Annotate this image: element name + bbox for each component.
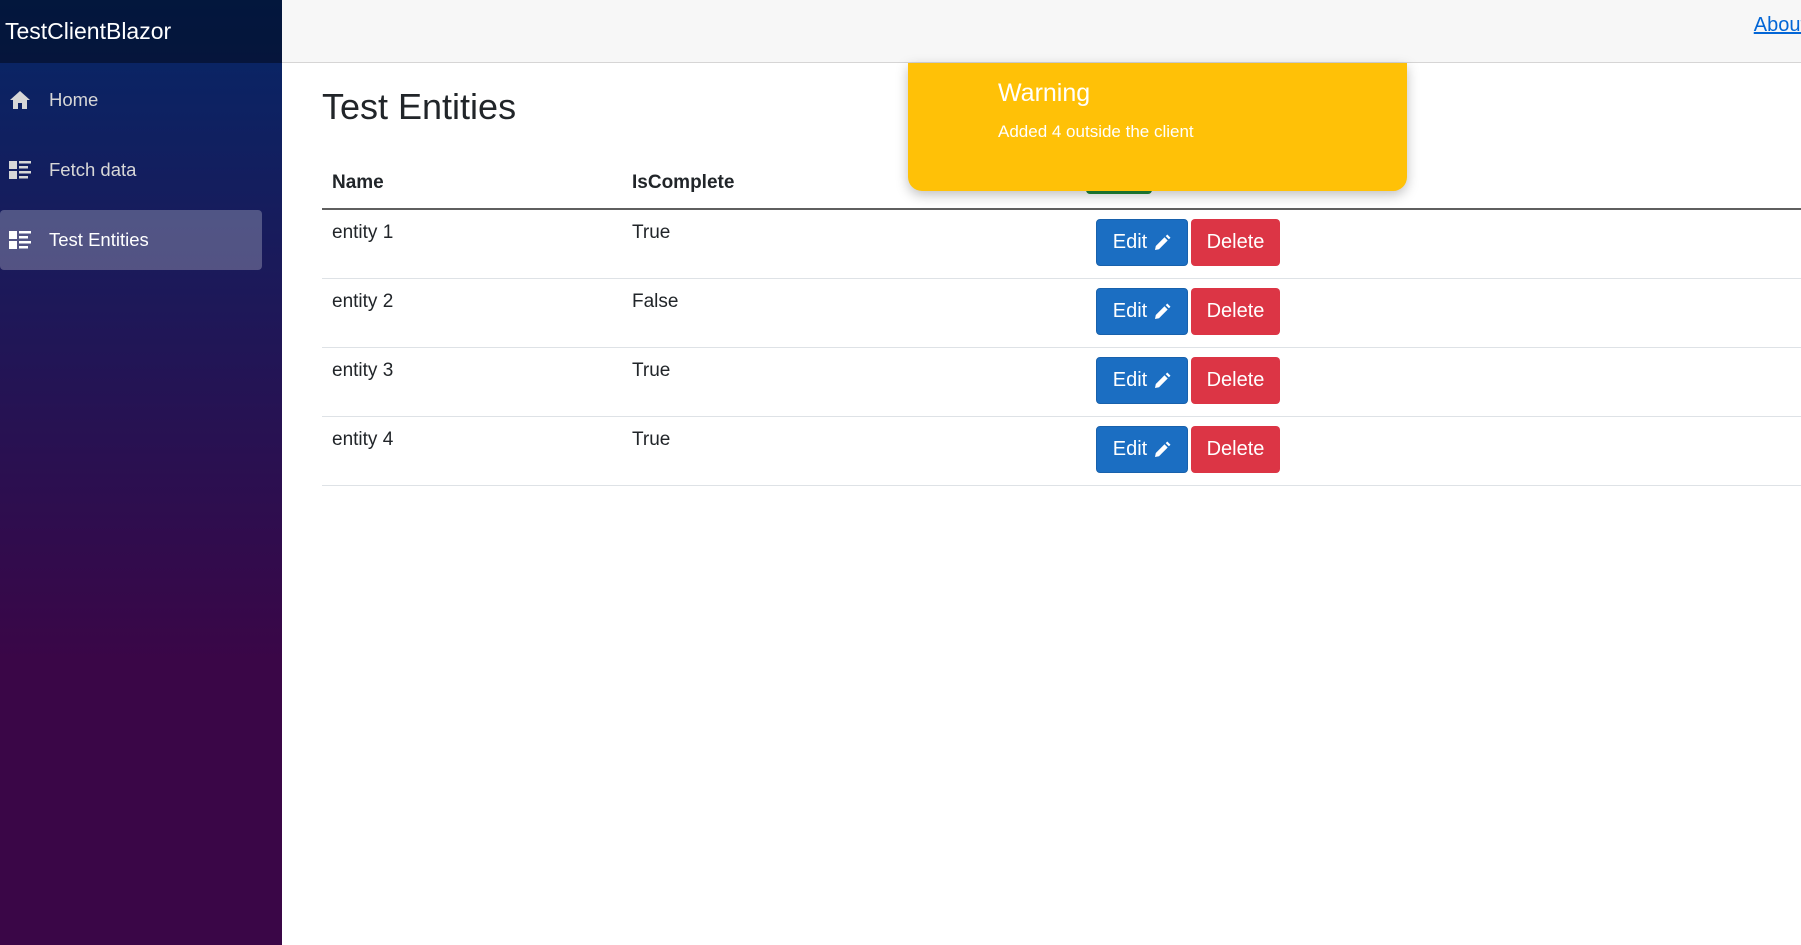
edit-label: Edit: [1112, 231, 1148, 254]
cell-name: entity 4: [322, 416, 622, 487]
cell-iscomplete: True: [622, 347, 1086, 418]
sidebar: TestClientBlazor Home Fetch data Test En…: [0, 0, 282, 945]
edit-label: Edit: [1112, 438, 1148, 461]
cell-name: entity 2: [322, 278, 622, 349]
about-link[interactable]: About: [1754, 14, 1801, 37]
column-header-name: Name: [322, 158, 622, 211]
toast-message: Added 4 outside the client: [998, 122, 1194, 141]
toast-title: Warning: [998, 79, 1091, 107]
cell-name: entity 3: [322, 347, 622, 418]
sidebar-item-home[interactable]: Home: [0, 70, 262, 130]
entities-table: Name IsComplete entity 1 True Edit Delete: [322, 158, 1801, 487]
pencil-icon: [1153, 372, 1171, 390]
edit-label: Edit: [1112, 300, 1148, 323]
home-icon: [9, 89, 31, 111]
edit-button[interactable]: Edit: [1096, 426, 1188, 474]
top-row: About: [282, 0, 1801, 63]
cell-iscomplete: False: [622, 278, 1086, 349]
pencil-icon: [1153, 303, 1171, 321]
cell-actions: Edit Delete: [1086, 416, 1801, 487]
table-row: entity 2 False Edit Delete: [322, 278, 1801, 349]
brand-link[interactable]: TestClientBlazor: [5, 18, 171, 45]
pencil-icon: [1153, 234, 1171, 252]
cell-name: entity 1: [322, 209, 622, 280]
cell-iscomplete: True: [622, 209, 1086, 280]
edit-button[interactable]: Edit: [1096, 357, 1188, 405]
edit-button[interactable]: Edit: [1096, 219, 1188, 267]
warning-toast: Warning Added 4 outside the client: [908, 63, 1407, 191]
sidebar-item-label: Fetch data: [49, 159, 137, 180]
table-row: entity 4 True Edit Delete: [322, 416, 1801, 487]
table-row: entity 3 True Edit Delete: [322, 347, 1801, 418]
brand-bar: TestClientBlazor: [0, 0, 282, 63]
list-icon: [9, 159, 31, 181]
delete-button[interactable]: Delete: [1191, 219, 1280, 267]
cell-actions: Edit Delete: [1086, 278, 1801, 349]
sidebar-item-test-entities[interactable]: Test Entities: [0, 210, 262, 270]
cell-iscomplete: True: [622, 416, 1086, 487]
list-icon: [9, 229, 31, 251]
sidebar-nav: Home Fetch data Test Entities: [0, 63, 282, 270]
delete-button[interactable]: Delete: [1191, 426, 1280, 474]
cell-actions: Edit Delete: [1086, 347, 1801, 418]
table-row: entity 1 True Edit Delete: [322, 209, 1801, 280]
delete-button[interactable]: Delete: [1191, 357, 1280, 405]
edit-label: Edit: [1112, 369, 1148, 392]
delete-button[interactable]: Delete: [1191, 288, 1280, 336]
edit-button[interactable]: Edit: [1096, 288, 1188, 336]
sidebar-item-label: Home: [49, 89, 99, 110]
sidebar-item-label: Test Entities: [49, 229, 149, 250]
app-root: TestClientBlazor Home Fetch data Test En…: [0, 0, 1801, 945]
pencil-icon: [1153, 441, 1171, 459]
sidebar-item-fetch-data[interactable]: Fetch data: [0, 140, 262, 200]
cell-actions: Edit Delete: [1086, 209, 1801, 280]
